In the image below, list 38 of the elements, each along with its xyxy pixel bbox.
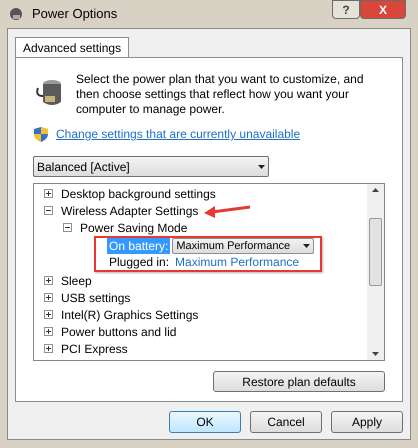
window-title: Power Options <box>32 5 118 24</box>
tree-item[interactable]: Power Saving Mode <box>80 218 188 236</box>
shield-icon <box>34 126 48 142</box>
tree-item[interactable]: Power buttons and lid <box>61 322 176 340</box>
tree-item[interactable]: Sleep <box>61 272 92 290</box>
change-settings-link[interactable]: Change settings that are currently unavailable <box>56 125 300 143</box>
tree-item[interactable]: Desktop background settings <box>61 184 216 202</box>
setting-dropdown[interactable]: Maximum Performance <box>172 238 314 254</box>
scroll-up-icon[interactable] <box>372 188 379 192</box>
plan-dropdown[interactable]: Balanced [Active] <box>33 156 269 177</box>
help-button[interactable]: ? <box>332 0 360 19</box>
scrollbar[interactable] <box>367 184 384 360</box>
dropdown-arrow-icon <box>258 164 265 168</box>
expand-icon[interactable] <box>44 293 53 302</box>
expand-icon[interactable] <box>44 189 53 198</box>
setting-value-link[interactable]: Maximum Performance <box>175 253 300 271</box>
dialog-button[interactable]: OK <box>169 411 241 433</box>
collapse-icon[interactable] <box>63 223 72 232</box>
expand-icon[interactable] <box>44 310 53 319</box>
dialog-button[interactable]: Cancel <box>250 411 322 433</box>
intro-text: Select the power plan that you want to customize, and then choose settings that reflect how you want your computer to manage power. <box>76 72 365 117</box>
collapse-icon[interactable] <box>44 206 53 215</box>
restore-defaults-button[interactable]: Restore plan defaults <box>213 371 385 392</box>
expand-icon[interactable] <box>44 327 53 336</box>
close-button[interactable]: X <box>360 0 406 19</box>
scroll-down-icon[interactable] <box>372 352 379 356</box>
expand-icon[interactable] <box>44 276 53 285</box>
tree-item[interactable]: Intel(R) Graphics Settings <box>61 306 198 324</box>
setting-label: Plugged in: <box>108 254 170 270</box>
tree-item[interactable]: PCI Express <box>61 340 128 358</box>
dropdown-arrow-icon <box>303 244 310 248</box>
expand-icon[interactable] <box>44 344 53 353</box>
tree-item[interactable]: USB settings <box>61 288 130 306</box>
tree-item[interactable]: Wireless Adapter Settings <box>61 202 198 220</box>
tab[interactable]: Advanced settings <box>15 37 130 57</box>
dialog-button[interactable]: Apply <box>331 411 403 433</box>
setting-label: On battery: <box>107 238 170 254</box>
scroll-thumb[interactable] <box>369 218 382 286</box>
